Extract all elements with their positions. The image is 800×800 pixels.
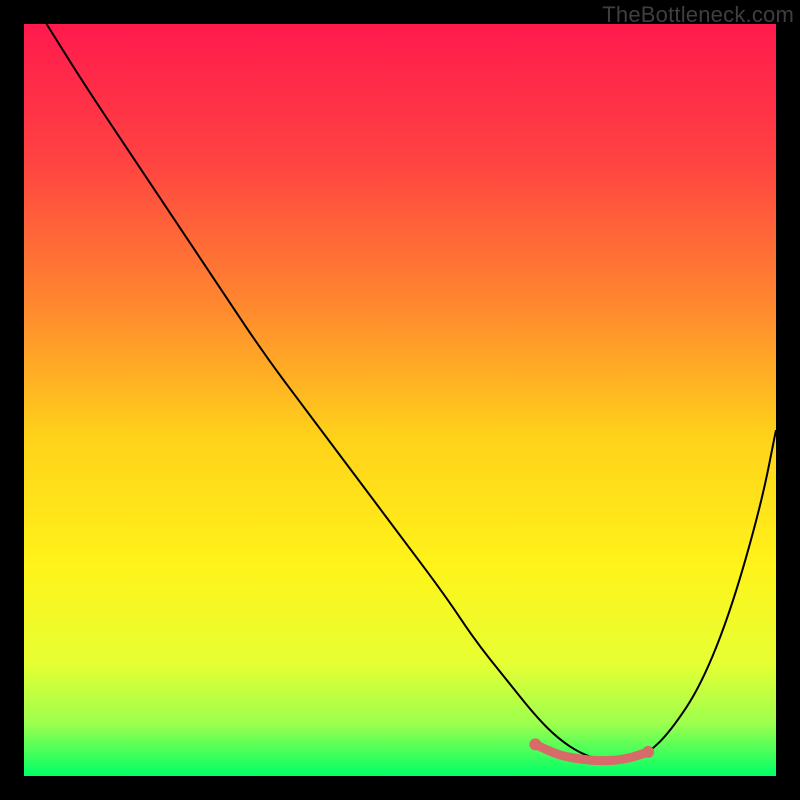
gradient-background — [24, 24, 776, 776]
chart-svg — [24, 24, 776, 776]
chart-frame — [24, 24, 776, 776]
highlight-endpoint-right — [642, 746, 654, 758]
highlight-endpoint-left — [529, 738, 541, 750]
watermark-text: TheBottleneck.com — [602, 2, 794, 28]
